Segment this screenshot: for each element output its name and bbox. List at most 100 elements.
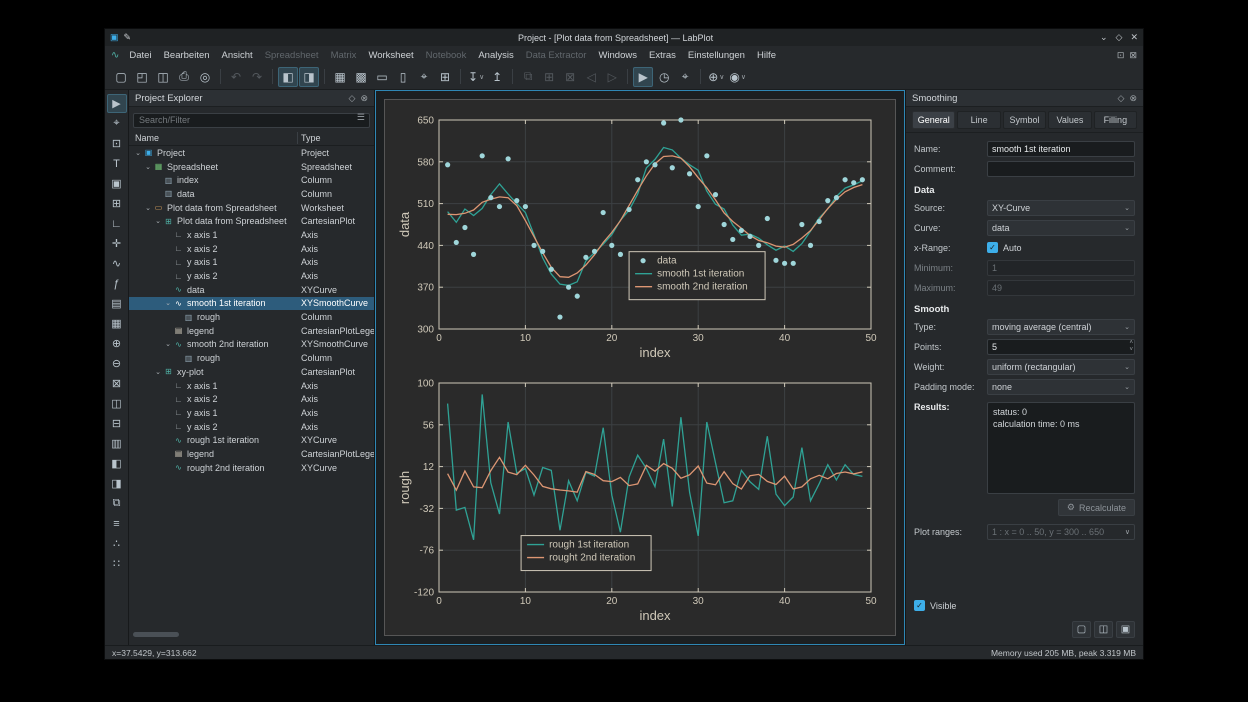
spin-up-icon[interactable]: ˄	[1129, 340, 1133, 347]
menu-extras[interactable]: Extras	[643, 48, 682, 63]
scrollbar-thumb[interactable]	[133, 632, 179, 637]
worksheet-view[interactable]: 01020304050300370440510580650indexdatada…	[375, 90, 905, 645]
save-template-button[interactable]: ◫	[1094, 621, 1113, 638]
horizontal-layout-button[interactable]: ⊟	[107, 414, 127, 433]
tree-row-y-axis-2[interactable]: ∟y axis 2Axis	[129, 420, 374, 434]
new-folder-button[interactable]: ⊞	[435, 67, 455, 87]
print-button[interactable]: ⎙	[174, 67, 194, 87]
padding-mode-select[interactable]: none ⌄	[987, 379, 1135, 395]
tree-row-plot-data-from-spreadsheet[interactable]: ⌄⊞Plot data from SpreadsheetCartesianPlo…	[129, 214, 374, 228]
more-tools-button[interactable]: ∷	[107, 554, 127, 573]
expander-icon[interactable]: ⌄	[153, 217, 163, 225]
menu-ansicht[interactable]: Ansicht	[216, 48, 259, 63]
close-panel-button[interactable]: ⊗	[360, 93, 368, 104]
menu-datei[interactable]: Datei	[123, 48, 157, 63]
tree-column-headers[interactable]: Name Type	[129, 131, 374, 146]
toggle-properties-explorer-button[interactable]: ◨	[299, 67, 319, 87]
crosshair-tool-button[interactable]: ⌖	[107, 114, 127, 133]
filter-icon[interactable]: ☰	[357, 112, 365, 123]
type-select[interactable]: moving average (central) ⌄	[987, 319, 1135, 335]
menu-analysis[interactable]: Analysis	[472, 48, 519, 63]
tree-row-data[interactable]: ▥dataColumn	[129, 187, 374, 201]
tab-line[interactable]: Line	[957, 111, 1000, 129]
comment-input[interactable]	[987, 161, 1135, 177]
vertical-layout-button[interactable]: ◫	[107, 394, 127, 413]
tree-row-index[interactable]: ▥indexColumn	[129, 173, 374, 187]
export-button[interactable]: ↥	[487, 67, 507, 87]
auto-checkbox[interactable]: ✓	[987, 242, 998, 253]
menu-einstellungen[interactable]: Einstellungen	[682, 48, 751, 63]
expander-icon[interactable]: ⌄	[133, 149, 143, 157]
zoom-original-button[interactable]: ⊠	[107, 374, 127, 393]
tree-row-legend[interactable]: ▤legendCartesianPlotLegend	[129, 324, 374, 338]
save-project-button[interactable]: ◫	[153, 67, 173, 87]
select-tool-button[interactable]: ▶	[107, 94, 127, 113]
tree-row-rough[interactable]: ▥roughColumn	[129, 310, 374, 324]
crosshair-tool-button[interactable]: ◷	[654, 67, 674, 87]
mdi-close-button[interactable]: ⊠	[1129, 50, 1137, 61]
menu-windows[interactable]: Windows	[592, 48, 643, 63]
new-spreadsheet-button[interactable]: ▦	[330, 67, 350, 87]
add-equation-curve-button[interactable]: ƒ	[107, 274, 127, 293]
mdi-restore-button[interactable]: ⊡	[1117, 50, 1125, 61]
menu-bearbeiten[interactable]: Bearbeiten	[158, 48, 216, 63]
print-preview-button[interactable]: ◎	[195, 67, 215, 87]
column-header-type[interactable]: Type	[301, 133, 321, 143]
expander-icon[interactable]: ⌄	[143, 163, 153, 171]
tree-row-rough[interactable]: ▥roughColumn	[129, 351, 374, 365]
expander-icon[interactable]: ⌄	[163, 340, 173, 348]
tree-row-x-axis-1[interactable]: ∟x axis 1Axis	[129, 228, 374, 242]
add-plot-centered-button[interactable]: ✛	[107, 234, 127, 253]
break-layout-button[interactable]: ◧	[107, 454, 127, 473]
tree-row-plot-data-from-spreadsheet[interactable]: ⌄▭Plot data from SpreadsheetWorksheet	[129, 201, 374, 215]
expander-icon[interactable]: ⌄	[143, 204, 153, 212]
titlebar[interactable]: ▣ ✎ Project - [Plot data from Spreadshee…	[105, 29, 1143, 46]
recalculate-button[interactable]: ⚙ Recalculate	[1058, 499, 1135, 516]
tree-row-x-axis-2[interactable]: ∟x axis 2Axis	[129, 242, 374, 256]
add-plot-two-axes-button[interactable]: ∟	[107, 214, 127, 233]
tree-row-smooth-1st-iteration[interactable]: ⌄∿smooth 1st iterationXYSmoothCurve	[129, 297, 374, 311]
plot-top[interactable]: 01020304050300370440510580650indexdatada…	[397, 110, 883, 363]
add-xy-curve-button[interactable]: ∿	[107, 254, 127, 273]
new-worksheet-button[interactable]: ▭	[372, 67, 392, 87]
add-text-label-button[interactable]: T	[107, 154, 127, 173]
tree-row-project[interactable]: ⌄▣ProjectProject	[129, 146, 374, 160]
tree-row-spreadsheet[interactable]: ⌄▦SpreadsheetSpreadsheet	[129, 160, 374, 174]
expander-icon[interactable]: ⌄	[153, 368, 163, 376]
zoom-in-button[interactable]: ⊕	[107, 334, 127, 353]
edit-mode-button[interactable]: ◨	[107, 474, 127, 493]
tab-symbol[interactable]: Symbol	[1003, 111, 1046, 129]
tab-values[interactable]: Values	[1048, 111, 1091, 129]
distribute-objects-button[interactable]: ∴	[107, 534, 127, 553]
add-image-button[interactable]: ▣	[107, 174, 127, 193]
name-input[interactable]	[987, 141, 1135, 157]
curve-select[interactable]: data ⌄	[987, 220, 1135, 236]
tree-row-rought-2nd-iteration[interactable]: ∿rought 2nd iterationXYCurve	[129, 461, 374, 475]
weight-select[interactable]: uniform (rectangular) ⌄	[987, 359, 1135, 375]
select-tool-button[interactable]: ▶	[633, 67, 653, 87]
tab-filling[interactable]: Filling	[1094, 111, 1137, 129]
add-plot-four-axes-button[interactable]: ⊞	[107, 194, 127, 213]
spinner-buttons[interactable]: ˄ ˅	[1129, 340, 1133, 354]
spin-down-icon[interactable]: ˅	[1129, 347, 1133, 354]
new-datapicker-button[interactable]: ⌖	[414, 67, 434, 87]
add-legend-button[interactable]: ▤	[107, 294, 127, 313]
tab-general[interactable]: General	[912, 111, 955, 129]
apply-template-button[interactable]: ▣	[1116, 621, 1135, 638]
new-matrix-button[interactable]: ▩	[351, 67, 371, 87]
worksheet-page[interactable]: 01020304050300370440510580650indexdatada…	[384, 99, 896, 636]
tree-row-y-axis-2[interactable]: ∟y axis 2Axis	[129, 269, 374, 283]
horizontal-scrollbar[interactable]	[133, 632, 370, 641]
align-objects-button[interactable]: ≡	[107, 514, 127, 533]
grid-layout-button[interactable]: ▥	[107, 434, 127, 453]
menu-worksheet[interactable]: Worksheet	[362, 48, 419, 63]
tree-row-y-axis-1[interactable]: ∟y axis 1Axis	[129, 406, 374, 420]
toggle-project-explorer-button[interactable]: ◧	[278, 67, 298, 87]
plot-bottom[interactable]: 01020304050-120-76-321256100indexroughro…	[397, 373, 883, 626]
zoom-mode-button[interactable]: ⊕∨	[706, 67, 726, 87]
tree-row-y-axis-1[interactable]: ∟y axis 1Axis	[129, 256, 374, 270]
float-dock-button[interactable]: ◇	[1118, 93, 1125, 104]
tree-row-x-axis-1[interactable]: ∟x axis 1Axis	[129, 379, 374, 393]
expander-icon[interactable]: ⌄	[163, 299, 173, 307]
search-input[interactable]	[133, 113, 370, 128]
